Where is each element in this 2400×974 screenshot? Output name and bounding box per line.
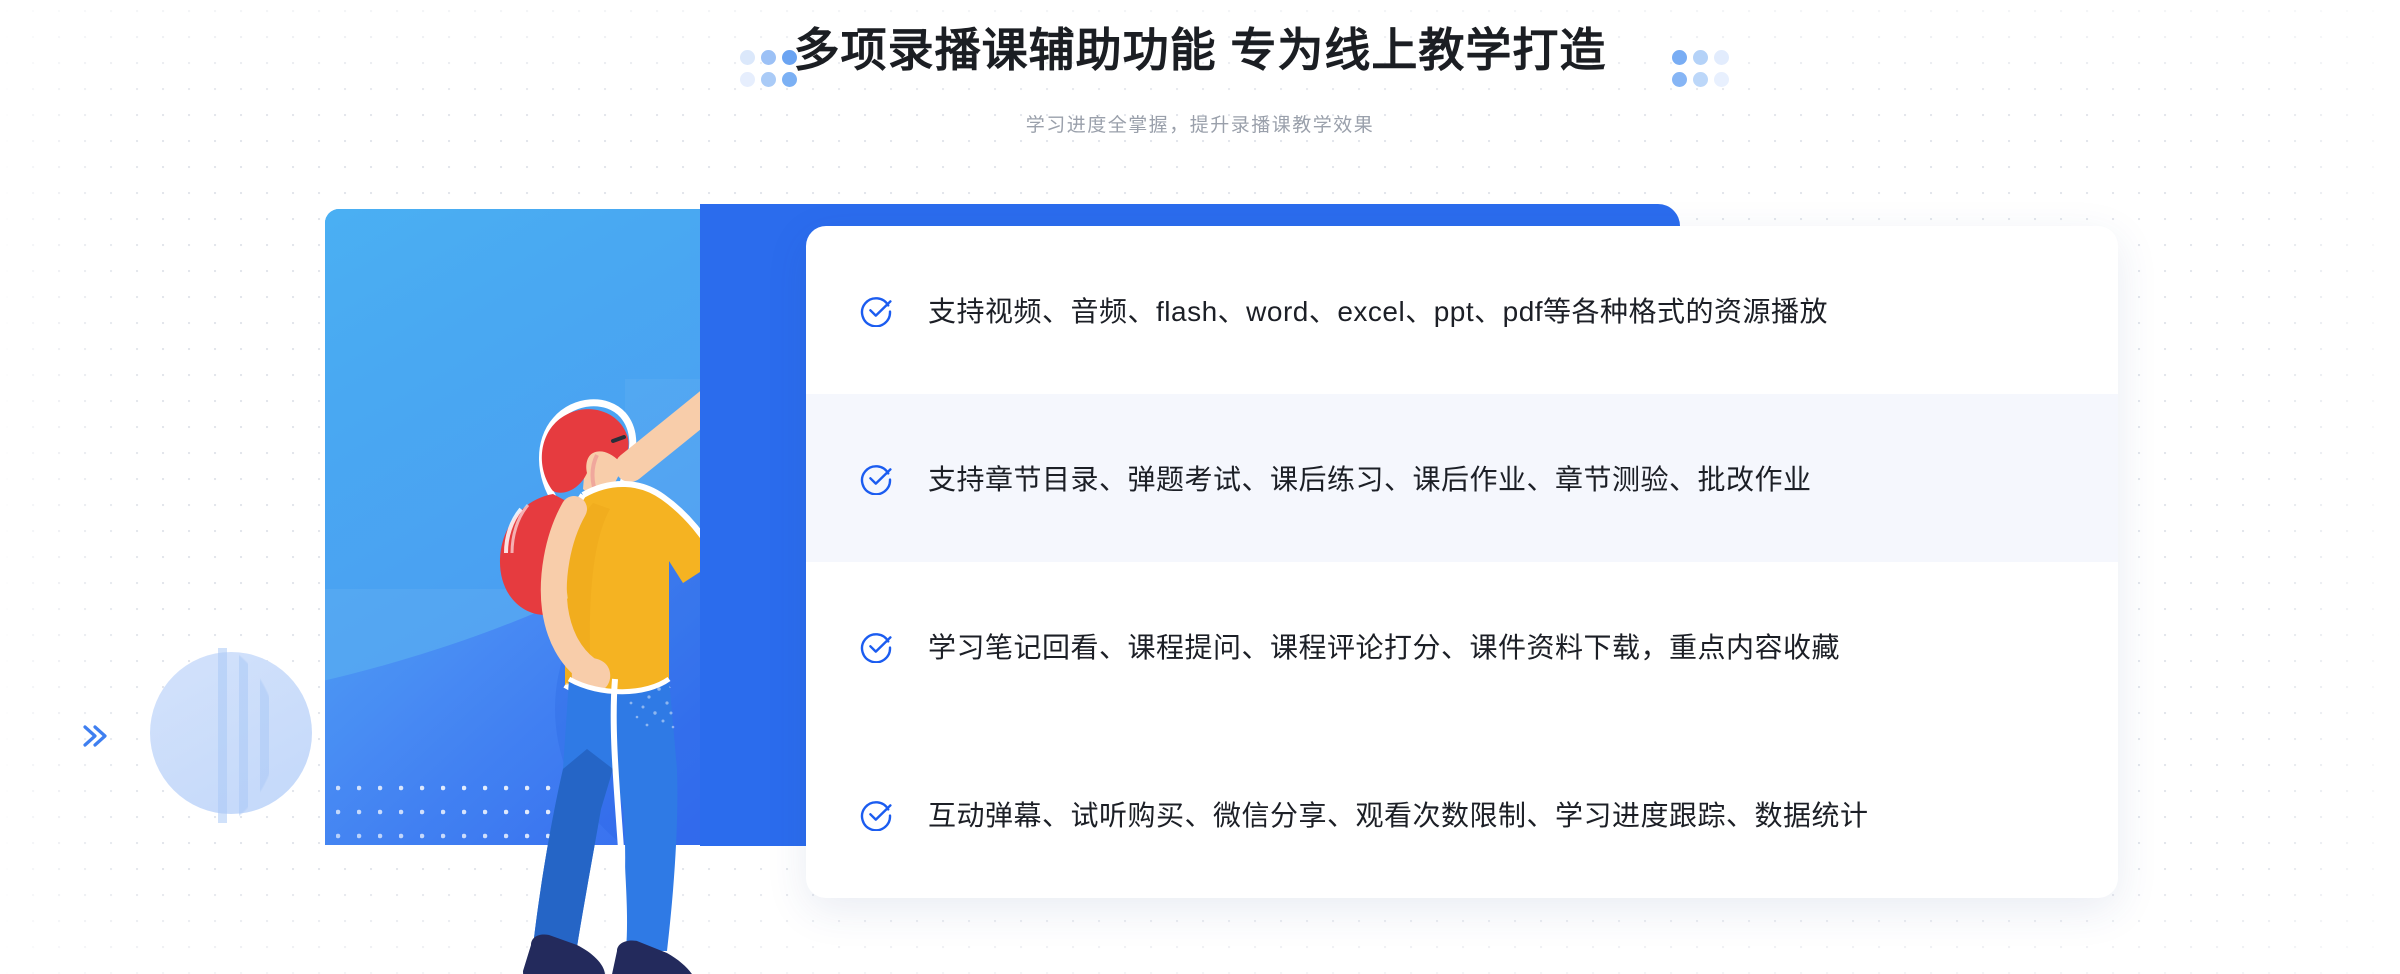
feature-row-notes-review[interactable]: 学习笔记回看、课程提问、课程评论打分、课件资料下载，重点内容收藏 [806, 562, 2118, 730]
accent-blue-left-strip [700, 324, 806, 846]
feature-list-card: 支持视频、音频、flash、word、excel、ppt、pdf等各种格式的资源… [806, 226, 2118, 898]
decorative-striped-circle [218, 648, 328, 823]
check-circle-icon [860, 801, 892, 831]
feature-row-danmaku-statistics[interactable]: 互动弹幕、试听购买、微信分享、观看次数限制、学习进度跟踪、数据统计 [806, 730, 2118, 898]
check-circle-icon [860, 633, 892, 663]
feature-row-resource-playback[interactable]: 支持视频、音频、flash、word、excel、ppt、pdf等各种格式的资源… [806, 226, 2118, 394]
decorative-dot-cluster-right [1672, 50, 1730, 92]
feature-text: 互动弹幕、试听购买、微信分享、观看次数限制、学习进度跟踪、数据统计 [928, 800, 1869, 831]
feature-text: 学习笔记回看、课程提问、课程评论打分、课件资料下载，重点内容收藏 [928, 632, 1841, 663]
feature-text: 支持章节目录、弹题考试、课后练习、课后作业、章节测验、批改作业 [928, 464, 1812, 495]
feature-row-chapter-exam[interactable]: 支持章节目录、弹题考试、课后练习、课后作业、章节测验、批改作业 [806, 394, 2118, 562]
double-chevron-right-icon [83, 725, 107, 747]
feature-text: 支持视频、音频、flash、word、excel、ppt、pdf等各种格式的资源… [928, 296, 1829, 327]
page-header: 多项录播课辅助功能 专为线上教学打造 学习进度全掌握，提升录播课教学效果 [0, 0, 2400, 150]
page-subtitle: 学习进度全掌握，提升录播课教学效果 [1025, 115, 1375, 136]
check-circle-icon [860, 465, 892, 495]
check-circle-icon [860, 297, 892, 327]
page-title: 多项录播课辅助功能 专为线上教学打造 [793, 24, 1607, 76]
